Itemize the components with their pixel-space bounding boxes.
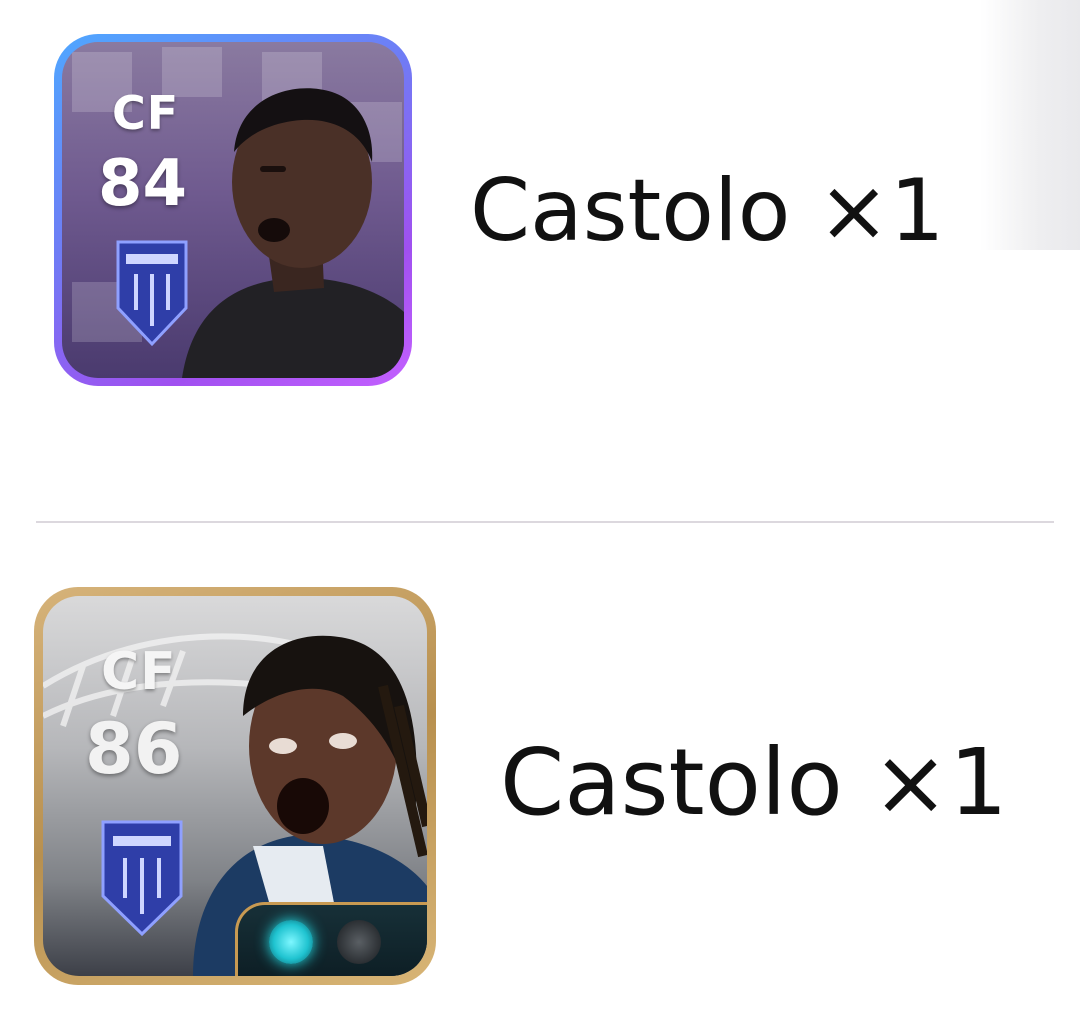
player-card[interactable]: CF 84: [54, 34, 412, 386]
rating-label: 84: [98, 147, 188, 221]
player-card[interactable]: CF 86: [34, 587, 436, 985]
league-badge-icon: [116, 240, 188, 347]
league-badge-icon: [101, 820, 183, 937]
reward-item[interactable]: CF 84 Castolo ×1: [0, 0, 1080, 520]
player-card-art: CF 86: [43, 596, 427, 976]
skill-active-icon: [269, 920, 313, 964]
position-label: CF: [112, 86, 180, 140]
player-card-art: CF 84: [62, 42, 404, 378]
skill-strip: [235, 902, 427, 976]
divider: [36, 521, 1054, 523]
rating-label: 86: [85, 708, 183, 790]
skill-inactive-icon: [337, 920, 381, 964]
position-label: CF: [101, 642, 177, 702]
reward-item[interactable]: CF 86 Castolo ×1: [0, 527, 1080, 1014]
reward-label: Castolo ×1: [470, 161, 945, 261]
reward-label: Castolo ×1: [500, 729, 1008, 836]
